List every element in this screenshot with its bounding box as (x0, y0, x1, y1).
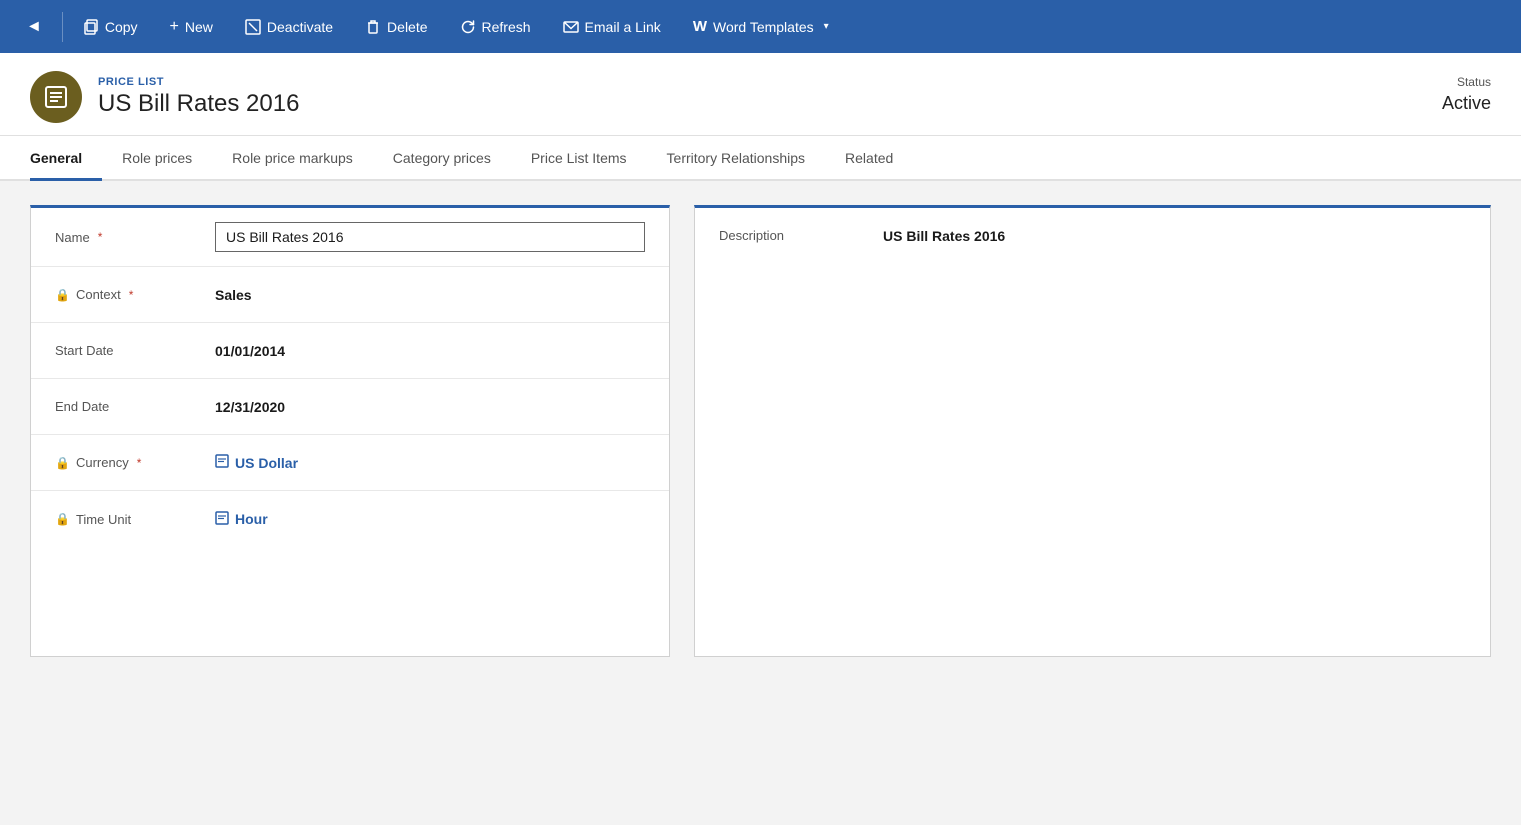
refresh-button[interactable]: Refresh (444, 0, 547, 53)
email-label: Email a Link (585, 19, 661, 35)
word-icon: W (693, 18, 707, 35)
status-label: Status (1442, 75, 1491, 89)
word-dropdown-icon: ▾ (824, 21, 829, 32)
tabs-bar: General Role prices Role price markups C… (0, 136, 1521, 181)
end-date-value: 12/31/2020 (215, 399, 645, 415)
currency-label: 🔒 Currency * (55, 455, 215, 470)
deactivate-label: Deactivate (267, 19, 333, 35)
tab-price-list-items[interactable]: Price List Items (511, 136, 647, 181)
context-row: 🔒 Context * Sales (31, 267, 669, 323)
currency-value[interactable]: US Dollar (215, 454, 645, 471)
name-row: Name * (31, 208, 669, 267)
entity-info: PRICE LIST US Bill Rates 2016 (98, 76, 299, 118)
start-date-value: 01/01/2014 (215, 343, 645, 359)
back-icon: ◄ (26, 18, 42, 36)
email-icon (563, 19, 579, 35)
email-button[interactable]: Email a Link (547, 0, 677, 53)
context-value: Sales (215, 287, 645, 303)
toolbar-divider-1 (62, 12, 63, 42)
currency-ref-icon (215, 454, 229, 471)
copy-button[interactable]: Copy (67, 0, 154, 53)
tab-role-prices[interactable]: Role prices (102, 136, 212, 181)
header-right: Status Active (1442, 71, 1491, 114)
deactivate-button[interactable]: Deactivate (229, 0, 349, 53)
toolbar: ◄ Copy + New Deactivate Delete Refresh E… (0, 0, 1521, 53)
end-date-row: End Date 12/31/2020 (31, 379, 669, 435)
context-lock-icon: 🔒 (55, 288, 70, 302)
refresh-label: Refresh (482, 19, 531, 35)
name-input[interactable] (215, 222, 645, 252)
new-icon: + (170, 18, 179, 36)
currency-lock-icon: 🔒 (55, 456, 70, 470)
tab-territory-relationships[interactable]: Territory Relationships (647, 136, 826, 181)
header-area: PRICE LIST US Bill Rates 2016 Status Act… (0, 53, 1521, 136)
tab-related[interactable]: Related (825, 136, 913, 181)
entity-icon (30, 71, 82, 123)
end-date-label: End Date (55, 399, 215, 414)
form-panel: Name * 🔒 Context * Sales Start Date 01/0… (30, 205, 670, 657)
description-label: Description (719, 228, 859, 244)
delete-label: Delete (387, 19, 427, 35)
delete-button[interactable]: Delete (349, 0, 443, 53)
delete-icon (365, 19, 381, 35)
deactivate-icon (245, 19, 261, 35)
context-required: * (129, 288, 134, 302)
word-label: Word Templates (713, 19, 814, 35)
entity-type-label: PRICE LIST (98, 76, 299, 88)
new-button[interactable]: + New (154, 0, 229, 53)
tab-general[interactable]: General (30, 136, 102, 181)
description-row: Description US Bill Rates 2016 (719, 228, 1466, 244)
time-unit-row: 🔒 Time Unit Hour (31, 491, 669, 547)
description-value: US Bill Rates 2016 (883, 228, 1005, 244)
new-label: New (185, 19, 213, 35)
copy-icon (83, 19, 99, 35)
time-unit-value[interactable]: Hour (215, 511, 645, 528)
tab-category-prices[interactable]: Category prices (373, 136, 511, 181)
main-content: Name * 🔒 Context * Sales Start Date 01/0… (0, 181, 1521, 681)
word-templates-button[interactable]: W Word Templates ▾ (677, 0, 845, 53)
header-left: PRICE LIST US Bill Rates 2016 (30, 71, 299, 123)
status-value: Active (1442, 93, 1491, 114)
context-label: 🔒 Context * (55, 287, 215, 302)
start-date-label: Start Date (55, 343, 215, 358)
tab-role-price-markups[interactable]: Role price markups (212, 136, 373, 181)
description-panel: Description US Bill Rates 2016 (694, 205, 1491, 657)
name-required: * (98, 230, 103, 244)
currency-required: * (137, 456, 142, 470)
currency-row: 🔒 Currency * US Dollar (31, 435, 669, 491)
time-unit-lock-icon: 🔒 (55, 512, 70, 526)
name-label: Name * (55, 230, 215, 245)
time-unit-label: 🔒 Time Unit (55, 512, 215, 527)
copy-label: Copy (105, 19, 138, 35)
entity-title: US Bill Rates 2016 (98, 90, 299, 118)
back-button[interactable]: ◄ (10, 0, 58, 53)
time-unit-ref-icon (215, 511, 229, 528)
start-date-row: Start Date 01/01/2014 (31, 323, 669, 379)
refresh-icon (460, 19, 476, 35)
